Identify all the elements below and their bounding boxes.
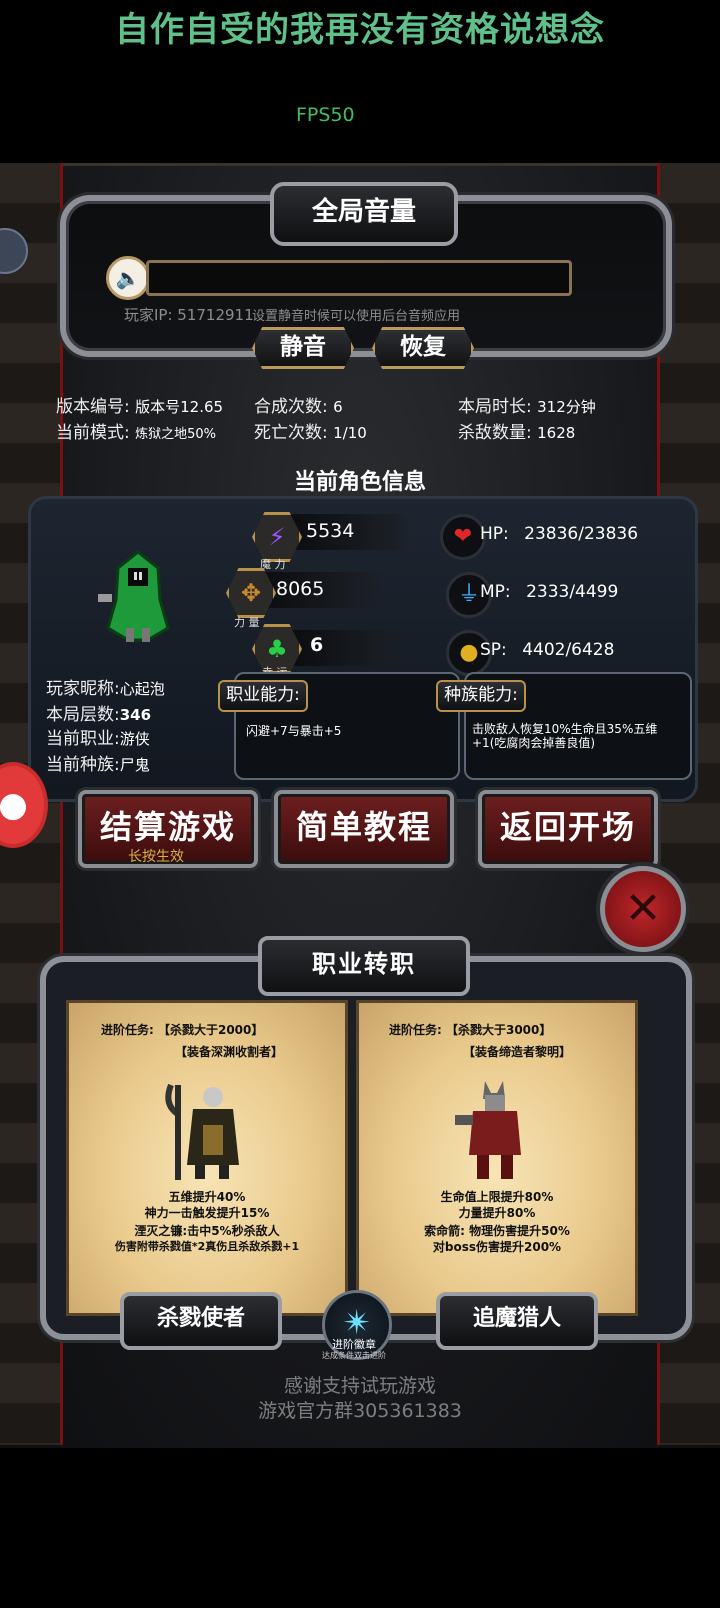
hp-row: HP: 23836/23836 [480, 524, 638, 544]
death-row: 死亡次数: 1/10 [254, 418, 367, 443]
synth-row: 合成次数: 6 [254, 392, 343, 417]
mode-label: 当前模式: [56, 423, 130, 443]
time-label: 本局时长: [458, 397, 532, 417]
job-card-right[interactable]: 进阶任务: 【杀戮大于3000】 【装备缔造者黎明】 生命值上限提升80% 力量… [356, 1000, 638, 1316]
sp-value: 4402/6428 [522, 640, 615, 660]
right-task: 进阶任务: 【杀戮大于3000】 [389, 1023, 552, 1037]
version-label: 版本编号: [56, 397, 130, 417]
right-line2: 力量提升80% [458, 1206, 536, 1220]
kills-value: 1628 [537, 424, 576, 442]
luck-value: 6 [310, 634, 324, 656]
speaker-icon[interactable]: 🔈 [106, 256, 150, 300]
top-banner-title: 自作自受的我再没有资格说想念 [115, 10, 605, 50]
sp-label: SP: [480, 640, 507, 660]
floor-value: 346 [119, 706, 152, 724]
version-row: 版本编号: 版本号12.65 [56, 392, 223, 417]
right-line4: 对boss伤害提升200% [432, 1240, 562, 1254]
magic-value: 5534 [306, 520, 355, 542]
left-line2: 神力一击触发提升15% [144, 1206, 270, 1220]
mode-row: 当前模式: 炼狱之地50% [56, 418, 216, 443]
race-label: 当前种族: [46, 755, 120, 775]
race-ability-text: 击败敌人恢复10%生命且35%五维+1(吃腐肉会掉善良值) [472, 722, 658, 750]
time-row: 本局时长: 312分钟 [458, 392, 596, 417]
job-row: 当前职业:游侠 [46, 724, 150, 749]
hp-value: 23836/23836 [524, 524, 639, 544]
luck-box [290, 630, 410, 666]
mute-button[interactable]: 静音 [252, 327, 354, 369]
restore-button[interactable]: 恢复 [372, 327, 474, 369]
reaper-sprite [165, 1083, 239, 1180]
mp-row: MP: 2333/4499 [480, 582, 618, 602]
nickname-value: 心起泡 [119, 680, 165, 698]
fps-counter: FPS50 [296, 104, 355, 126]
hunter-sprite [455, 1081, 521, 1179]
right-line3: 索命箭: 物理伤害提升50% [424, 1224, 570, 1238]
mp-value: 2333/4499 [526, 582, 619, 602]
race-row: 当前种族:尸鬼 [46, 750, 150, 775]
version-value: 版本号12.65 [135, 398, 224, 416]
floor-label: 本局层数: [46, 705, 120, 725]
job-card-left[interactable]: 进阶任务: 【杀戮大于2000】 【装备深渊收割者】 五维提升40% 神力一击触… [66, 1000, 348, 1316]
right-line1: 生命值上限提升80% [440, 1190, 554, 1204]
nickname-label: 玩家昵称: [46, 679, 120, 699]
tutorial-button[interactable]: 简单教程 [274, 790, 454, 868]
race-value: 尸鬼 [119, 756, 150, 774]
character-section-title: 当前角色信息 [293, 470, 426, 495]
mode-value: 炼狱之地50% [135, 427, 217, 442]
job-change-title: 职业转职 [258, 936, 470, 996]
thanks-text: 感谢支持试玩游戏 [283, 1375, 436, 1397]
death-value: 1/10 [333, 424, 367, 442]
time-value: 312分钟 [537, 398, 596, 416]
sp-row: SP: 4402/6428 [480, 640, 614, 660]
mute-hint: 设置静音时候可以使用后台音频应用 [252, 309, 461, 324]
footer-text: 感谢支持试玩游戏 游戏官方群305361383 [200, 1374, 520, 1424]
hunter-job-button[interactable]: 追魔猎人 [436, 1292, 598, 1350]
power-label: 力 量 [234, 616, 260, 629]
synth-label: 合成次数: [254, 397, 328, 417]
job-label: 当前职业: [46, 729, 120, 749]
nickname-row: 玩家昵称:心起泡 [46, 674, 165, 699]
right-equip: 【装备缔造者黎明】 [463, 1045, 572, 1059]
death-label: 死亡次数: [254, 423, 328, 443]
player-ip: 玩家IP: 51712911 [124, 306, 254, 324]
left-line1: 五维提升40% [168, 1190, 246, 1204]
floor-row: 本局层数:346 [46, 700, 151, 725]
close-icon[interactable]: ✕ [600, 866, 686, 952]
volume-title: 全局音量 [270, 182, 458, 246]
job-ability-text: 闪避+7与暴击+5 [246, 724, 342, 738]
badge-hint: 达成条件双击进阶 [322, 1351, 386, 1360]
left-task: 进阶任务: 【杀戮大于2000】 [101, 1023, 264, 1037]
volume-slider[interactable] [146, 260, 572, 296]
back-to-start-button[interactable]: 返回开场 [478, 790, 658, 868]
synth-value: 6 [333, 398, 343, 416]
race-ability-title: 种族能力: [436, 680, 526, 712]
left-line3: 湮灭之镰:击中5%秒杀敌人 [134, 1224, 280, 1238]
character-avatar [98, 550, 170, 642]
hp-label: HP: [480, 524, 509, 544]
long-press-hint: 长按生效 [128, 849, 184, 865]
slayer-job-button[interactable]: 杀戮使者 [120, 1292, 282, 1350]
mp-label: MP: [480, 582, 511, 602]
group-text: 游戏官方群305361383 [258, 1400, 462, 1422]
job-value: 游侠 [119, 730, 150, 748]
job-ability-title: 职业能力: [218, 680, 308, 712]
kills-label: 杀敌数量: [458, 423, 532, 443]
left-line4: 伤害附带杀戮值*2真伤且杀敌杀戮+1 [114, 1240, 300, 1253]
left-equip: 【装备深渊收割者】 [175, 1045, 284, 1059]
power-value: 8065 [276, 578, 325, 600]
kills-row: 杀敌数量: 1628 [458, 418, 575, 443]
